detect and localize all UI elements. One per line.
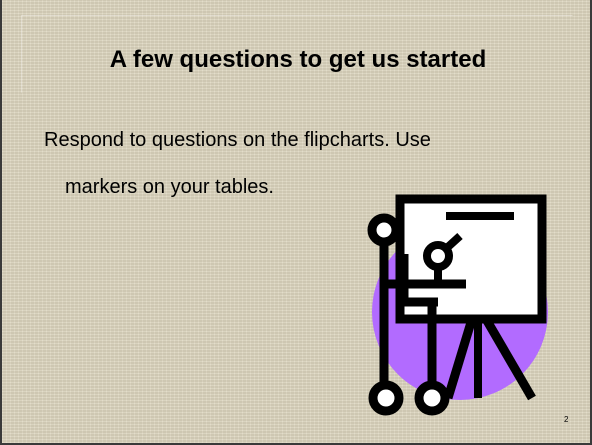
slide: A few questions to get us started Respon… [0, 0, 592, 445]
body-text-line-1: Respond to questions on the flipcharts. … [44, 129, 431, 151]
presenter-at-flipchart-icon [367, 194, 548, 416]
slide-title: A few questions to get us started [109, 46, 487, 73]
page-number: 2 [564, 415, 569, 424]
body-text-line-2: markers on your tables. [65, 176, 274, 198]
presenter-head [367, 213, 401, 247]
presenter-foot-right [414, 380, 450, 416]
presenter-foot-left [368, 380, 404, 416]
presenter-hand [423, 241, 453, 271]
